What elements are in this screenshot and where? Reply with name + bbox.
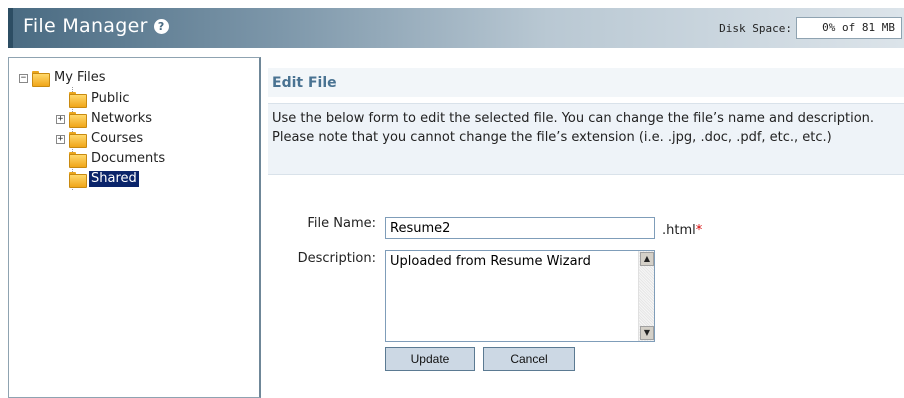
app-header: File Manager? Disk Space: 0% of 81 MB: [8, 8, 904, 48]
file-extension-text: .html: [662, 223, 696, 238]
folder-icon: [69, 132, 87, 148]
instructions-text: Use the below form to edit the selected …: [268, 103, 904, 175]
tree-item-documents[interactable]: Documents: [69, 150, 167, 168]
scroll-down-icon[interactable]: ▼: [640, 326, 654, 340]
folder-icon: [69, 92, 87, 108]
tree-item-shared[interactable]: Shared: [69, 170, 139, 188]
tree-item-public[interactable]: Public: [69, 90, 131, 108]
file-name-input[interactable]: [385, 217, 655, 239]
file-name-label: File Name:: [307, 216, 376, 231]
tree-item-label-selected: Shared: [89, 171, 139, 187]
tree-item-my-files[interactable]: − My Files: [19, 69, 108, 87]
collapse-icon[interactable]: −: [19, 73, 28, 83]
required-mark: *: [695, 223, 703, 238]
tree-item-label: Public: [91, 91, 130, 106]
help-icon[interactable]: ?: [153, 19, 169, 34]
expand-icon[interactable]: +: [56, 134, 65, 144]
tree-item-networks[interactable]: + Networks: [56, 110, 154, 128]
scroll-up-icon[interactable]: ▲: [640, 252, 654, 266]
disk-space-label: Disk Space:: [719, 22, 792, 35]
tree-item-label: My Files: [54, 70, 106, 85]
tree-item-label: Courses: [91, 131, 144, 146]
cancel-button[interactable]: Cancel: [483, 347, 575, 371]
expand-icon[interactable]: +: [56, 114, 65, 124]
edit-file-panel: Edit File Use the below form to edit the…: [268, 68, 904, 175]
folder-icon: [69, 172, 87, 188]
description-scrollbar[interactable]: ▲ ▼: [638, 251, 654, 341]
page-title: Edit File: [268, 68, 904, 97]
folder-icon: [69, 152, 87, 168]
folder-icon: [32, 71, 50, 87]
tree-item-courses[interactable]: + Courses: [56, 130, 145, 148]
tree-item-label: Networks: [91, 111, 153, 126]
description-text: Uploaded from Resume Wizard: [390, 254, 591, 269]
description-textarea[interactable]: Uploaded from Resume Wizard ▲ ▼: [385, 250, 655, 342]
app-title-text: File Manager: [23, 15, 148, 37]
update-button[interactable]: Update: [385, 347, 475, 371]
description-label: Description:: [297, 251, 376, 266]
tree-item-label: Documents: [91, 151, 166, 166]
file-extension-label: .html*: [662, 223, 702, 238]
disk-space-value: 0% of 81 MB: [796, 17, 902, 39]
folder-tree-pane: − My Files Public + Networks + Courses D…: [8, 57, 261, 398]
app-title: File Manager?: [23, 15, 169, 37]
folder-icon: [69, 112, 87, 128]
